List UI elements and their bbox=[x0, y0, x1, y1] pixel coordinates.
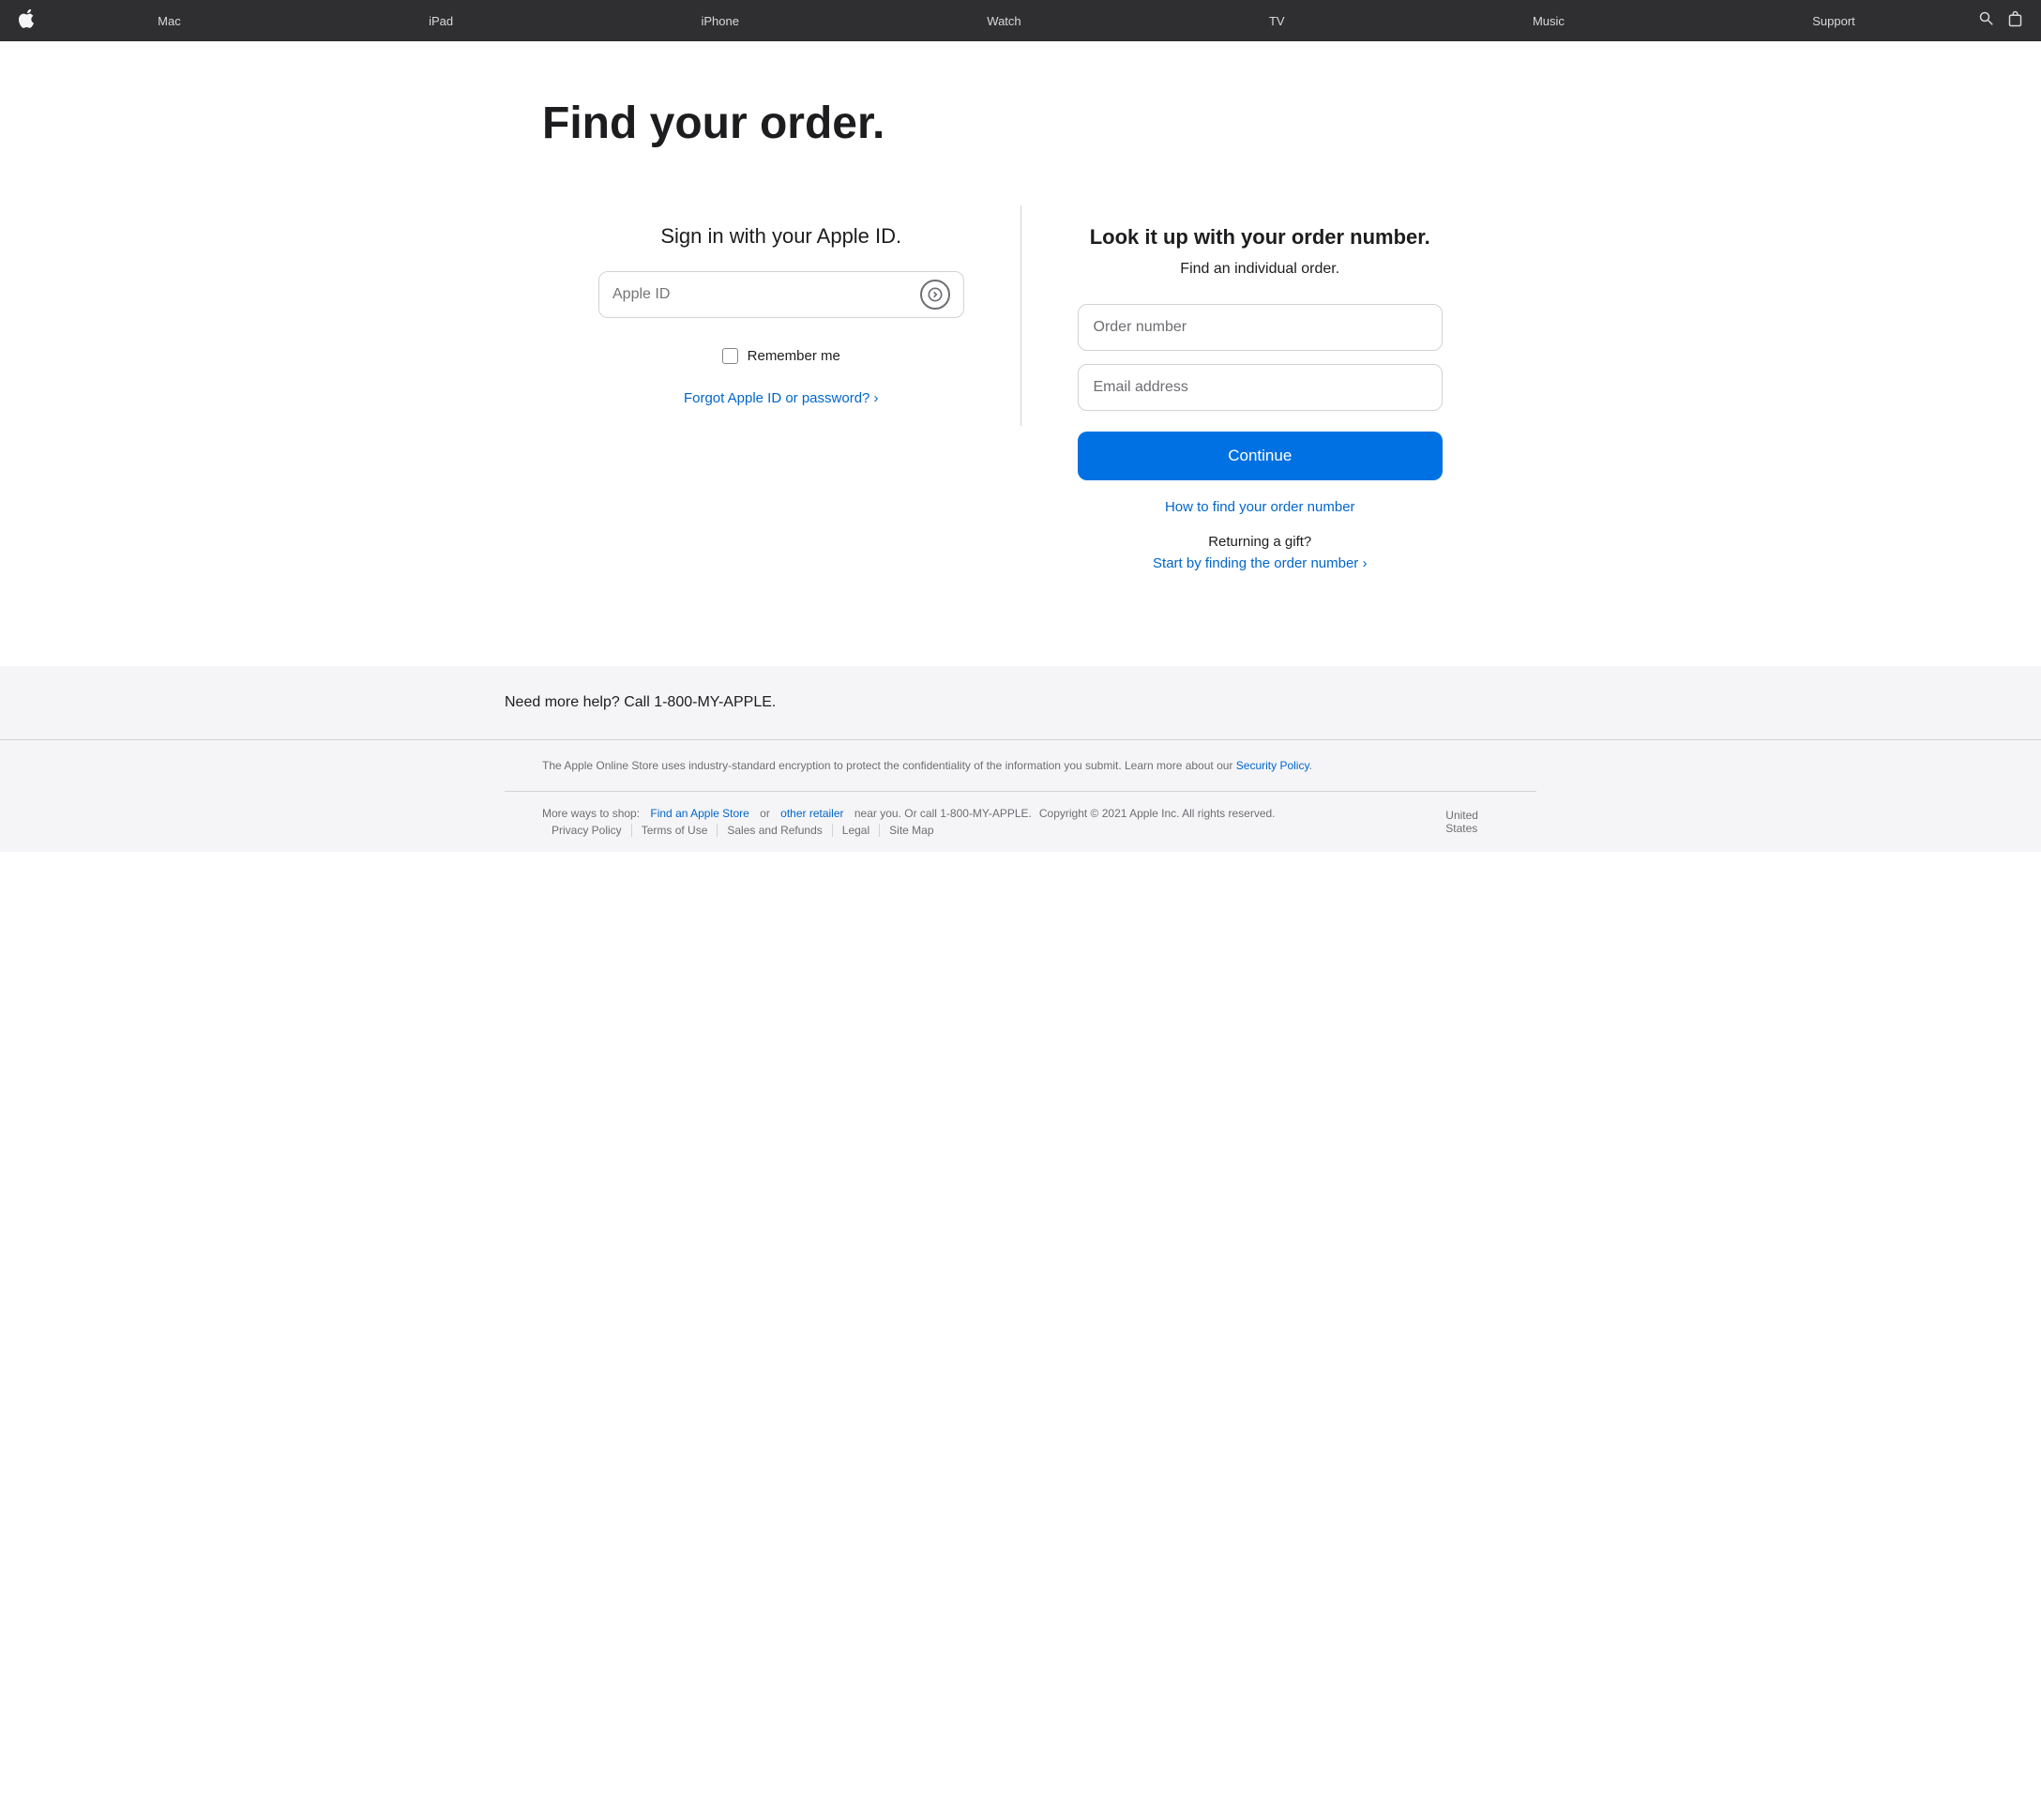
security-policy-link[interactable]: Security Policy bbox=[1236, 759, 1309, 772]
nav-item-ipad[interactable]: iPad bbox=[419, 14, 462, 28]
nav-item-music[interactable]: Music bbox=[1523, 14, 1574, 28]
site-map-link[interactable]: Site Map bbox=[880, 824, 943, 837]
help-text: Need more help? Call 1-800-MY-APPLE. bbox=[505, 694, 1536, 711]
other-retailer-link[interactable]: other retailer bbox=[780, 807, 843, 820]
how-to-find-order-link[interactable]: How to find your order number bbox=[1078, 499, 1444, 515]
footer-bottom: More ways to shop: Find an Apple Store o… bbox=[505, 792, 1536, 852]
order-lookup-column: Look it up with your order number. Find … bbox=[1021, 205, 1500, 591]
navigation: Mac iPad iPhone Watch TV Music Support bbox=[0, 0, 2041, 41]
apple-logo[interactable] bbox=[19, 9, 34, 33]
apple-id-input-wrapper bbox=[598, 271, 964, 318]
nav-item-support[interactable]: Support bbox=[1803, 14, 1865, 28]
forgot-password-link[interactable]: Forgot Apple ID or password? › bbox=[684, 390, 879, 406]
lookup-title: Look it up with your order number. bbox=[1078, 224, 1444, 251]
nav-item-mac[interactable]: Mac bbox=[148, 14, 190, 28]
email-address-input[interactable] bbox=[1078, 364, 1444, 411]
help-section: Need more help? Call 1-800-MY-APPLE. bbox=[0, 666, 2041, 739]
find-apple-store-link[interactable]: Find an Apple Store bbox=[650, 807, 748, 820]
remember-me-checkbox[interactable] bbox=[722, 348, 738, 364]
terms-of-use-link[interactable]: Terms of Use bbox=[632, 824, 718, 837]
nav-actions bbox=[1979, 10, 2022, 32]
page-title: Find your order. bbox=[542, 98, 1499, 149]
search-icon[interactable] bbox=[1979, 11, 1993, 30]
copyright-text: Copyright © 2021 Apple Inc. All rights r… bbox=[1039, 807, 1276, 820]
footer: The Apple Online Store uses industry-sta… bbox=[0, 739, 2041, 852]
start-finding-order-link[interactable]: Start by finding the order number › bbox=[1153, 555, 1367, 571]
returning-gift-text: Returning a gift? bbox=[1078, 534, 1444, 550]
near-you-text: near you. Or call 1-800-MY-APPLE. bbox=[854, 807, 1032, 820]
remember-me-label: Remember me bbox=[748, 348, 840, 364]
nav-menu: Mac iPad iPhone Watch TV Music Support bbox=[34, 14, 1979, 28]
nav-item-tv[interactable]: TV bbox=[1260, 14, 1294, 28]
security-text: The Apple Online Store uses industry-sta… bbox=[542, 759, 1232, 772]
page-content: Find your order. Sign in with your Apple… bbox=[505, 41, 1536, 666]
continue-button[interactable]: Continue bbox=[1078, 432, 1444, 480]
apple-id-input[interactable] bbox=[612, 286, 920, 303]
bag-icon[interactable] bbox=[2008, 10, 2022, 32]
order-number-input[interactable] bbox=[1078, 304, 1444, 351]
remember-me-row: Remember me bbox=[598, 348, 964, 364]
footer-security: The Apple Online Store uses industry-sta… bbox=[505, 740, 1536, 792]
sign-in-column: Sign in with your Apple ID. Remember me … bbox=[542, 205, 1021, 426]
region-selector[interactable]: United States bbox=[1445, 809, 1499, 835]
footer-links: Privacy Policy Terms of Use Sales and Re… bbox=[542, 824, 944, 837]
sales-and-refunds-link[interactable]: Sales and Refunds bbox=[718, 824, 832, 837]
sign-in-title: Sign in with your Apple ID. bbox=[598, 224, 964, 249]
apple-id-submit-button[interactable] bbox=[920, 280, 950, 310]
nav-item-watch[interactable]: Watch bbox=[977, 14, 1030, 28]
or-text: or bbox=[760, 807, 770, 820]
nav-item-iphone[interactable]: iPhone bbox=[691, 14, 748, 28]
lookup-subtitle: Find an individual order. bbox=[1078, 261, 1444, 278]
main-columns: Sign in with your Apple ID. Remember me … bbox=[542, 205, 1499, 591]
legal-link[interactable]: Legal bbox=[833, 824, 880, 837]
more-ways-text: More ways to shop: bbox=[542, 807, 640, 820]
privacy-policy-link[interactable]: Privacy Policy bbox=[542, 824, 632, 837]
footer-left: More ways to shop: Find an Apple Store o… bbox=[542, 807, 1445, 837]
